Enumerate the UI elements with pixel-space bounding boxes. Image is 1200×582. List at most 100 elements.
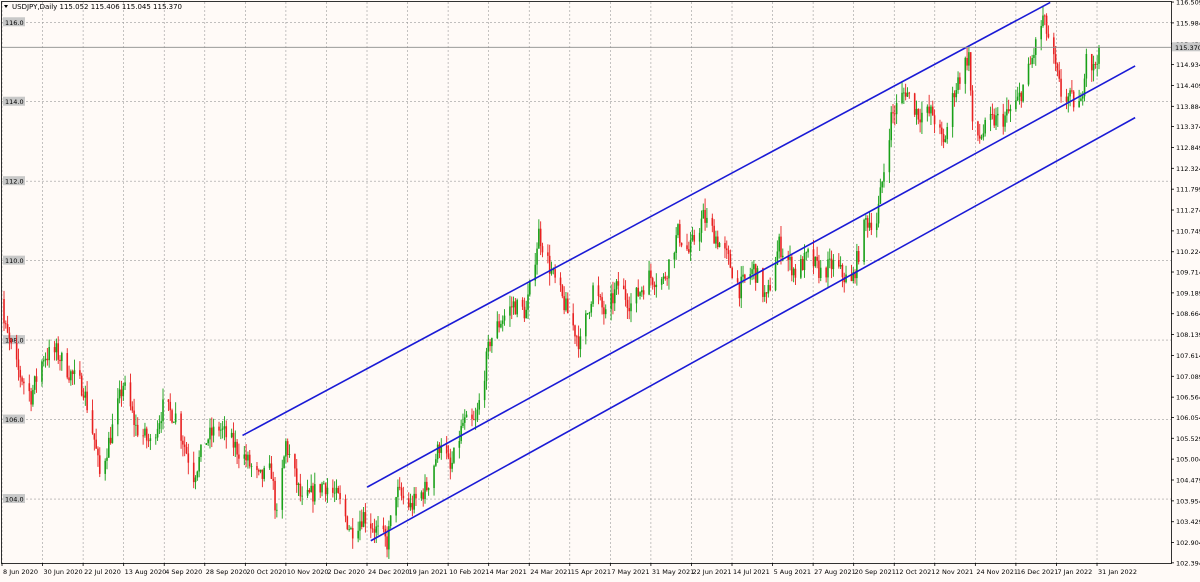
candle-body xyxy=(731,267,733,279)
candle-body xyxy=(955,90,958,98)
candle-body xyxy=(135,424,137,426)
candle-body xyxy=(978,135,981,139)
candle-body xyxy=(539,228,542,247)
candle-body xyxy=(883,172,885,182)
candle-body xyxy=(711,217,714,226)
candle-body xyxy=(585,313,587,337)
candle-body xyxy=(673,252,676,260)
candle-body xyxy=(1096,63,1098,65)
price-chart[interactable]: 116.0 114.0 112.0 110.0 108.0 106.0 104.0 116.… xyxy=(0,0,1200,578)
candle-body xyxy=(959,77,961,84)
candle-body xyxy=(422,492,425,500)
price-label: 110.749 xyxy=(1176,227,1200,235)
candle-body xyxy=(928,106,930,114)
date-label: 10 Nov 2020 xyxy=(287,568,329,576)
candle-body xyxy=(832,260,835,270)
candle-body xyxy=(572,313,574,326)
candle-body xyxy=(964,57,967,84)
price-label: 107.089 xyxy=(1176,373,1200,381)
candle-body xyxy=(411,502,414,510)
date-label: 4 Sep 2020 xyxy=(165,568,202,576)
candle-body xyxy=(624,289,627,300)
price-label: 106.564 xyxy=(1176,394,1200,402)
candle-body xyxy=(995,115,997,126)
candle-body xyxy=(200,444,202,457)
candle-body xyxy=(46,358,49,361)
candle-body xyxy=(601,297,603,308)
candle-body xyxy=(816,256,818,261)
date-label: 12 Oct 2021 xyxy=(895,568,935,576)
level-tag: 116.0 xyxy=(5,19,24,27)
candle-body xyxy=(256,466,258,470)
candle-body xyxy=(283,456,285,469)
candle-body xyxy=(1020,92,1023,102)
candle-body xyxy=(639,292,641,296)
candle-body xyxy=(688,249,690,253)
candle-body xyxy=(942,134,945,143)
candle-body xyxy=(541,246,544,253)
candle-body xyxy=(818,260,820,278)
candle-body xyxy=(194,477,197,483)
date-label: 31 May 2021 xyxy=(652,568,694,576)
candle-body xyxy=(930,106,932,114)
candle-body xyxy=(894,113,896,115)
date-label: 7 May 2021 xyxy=(611,568,649,576)
candle-body xyxy=(210,427,213,436)
price-label: 103.429 xyxy=(1176,518,1200,526)
candle-body xyxy=(725,248,728,251)
candle-body xyxy=(259,469,262,472)
candle-body xyxy=(686,245,688,250)
candle-body xyxy=(10,339,13,344)
candle-body xyxy=(351,528,354,539)
candle-body xyxy=(706,217,708,223)
candle-body xyxy=(182,440,184,445)
candle-body xyxy=(512,301,515,308)
candle-body xyxy=(360,521,363,527)
candle-body xyxy=(767,285,770,294)
candle-body xyxy=(617,281,620,286)
candle-body xyxy=(187,453,190,463)
candle-body xyxy=(969,52,972,91)
candle-body xyxy=(803,252,806,271)
candle-body xyxy=(1015,100,1017,110)
candle-body xyxy=(323,483,325,485)
candle-body xyxy=(780,236,782,258)
candle-body xyxy=(554,269,556,278)
candle-body xyxy=(98,455,101,474)
candle-body xyxy=(209,427,211,440)
candle-body xyxy=(41,361,43,382)
candle-body xyxy=(124,382,126,386)
candle-body xyxy=(901,92,903,104)
chart-background xyxy=(0,0,1200,578)
date-label: 4 Mar 2021 xyxy=(490,568,527,576)
candle-body xyxy=(21,377,23,382)
candle-body xyxy=(261,469,264,479)
date-label: 2 Dec 2020 xyxy=(327,568,364,576)
candle-body xyxy=(908,92,911,94)
candle-body xyxy=(173,422,175,424)
candle-body xyxy=(149,438,152,441)
candle-body xyxy=(61,353,63,362)
candle-body xyxy=(42,360,45,362)
candle-body xyxy=(827,259,829,278)
candle-body xyxy=(951,93,954,127)
candle-body xyxy=(232,432,235,448)
candle-body xyxy=(3,299,5,324)
candle-body xyxy=(174,413,177,423)
candle-body xyxy=(377,525,379,527)
candle-body xyxy=(590,303,593,313)
chart-window[interactable]: 116.0 114.0 112.0 110.0 108.0 106.0 104.0 116.… xyxy=(0,0,1200,578)
candle-body xyxy=(933,115,936,125)
candle-body xyxy=(471,414,473,419)
candle-body xyxy=(498,321,500,328)
candle-body xyxy=(160,421,163,424)
candle-body xyxy=(1004,115,1006,127)
date-label: 13 Aug 2020 xyxy=(125,568,167,576)
candle-body xyxy=(1054,54,1057,65)
candle-body xyxy=(71,371,74,375)
candle-body xyxy=(791,256,793,276)
candle-body xyxy=(111,424,114,444)
date-label: 19 Jan 2021 xyxy=(409,568,448,576)
candle-body xyxy=(1002,113,1005,127)
candle-body xyxy=(57,343,60,360)
